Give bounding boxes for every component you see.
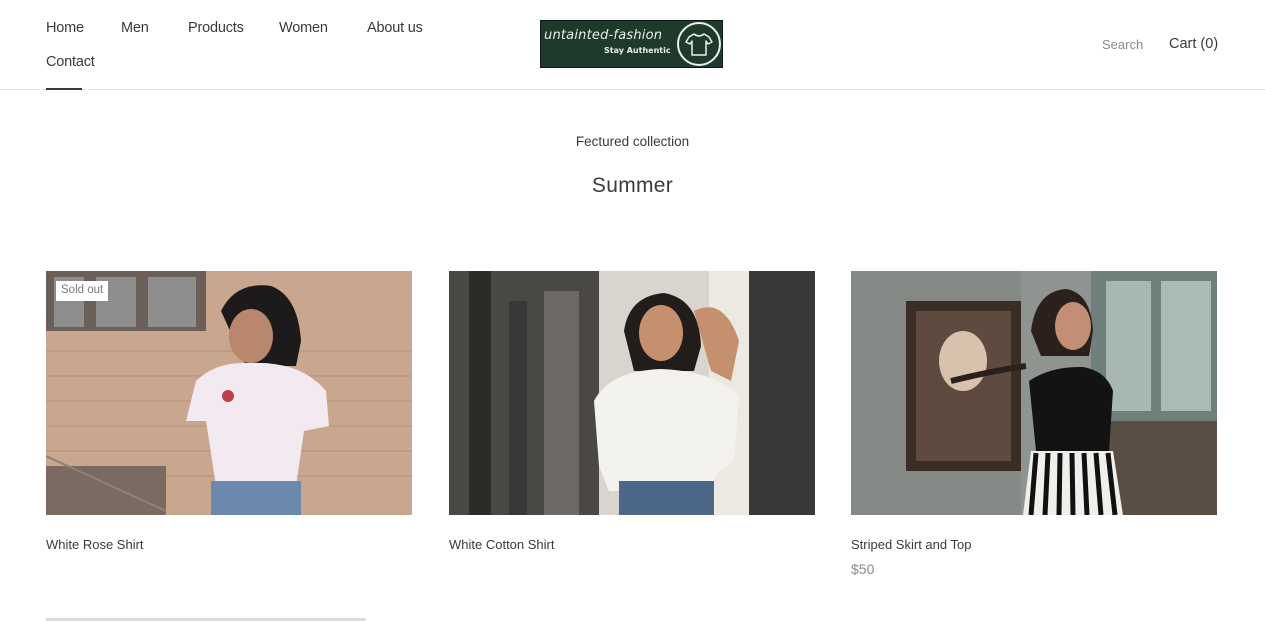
site-header: Home Men Products Women About us Contact… [0,0,1265,90]
product-image[interactable] [851,271,1217,515]
nav-products[interactable]: Products [188,20,244,36]
t-shirt-icon [677,22,721,66]
search-link[interactable]: Search [1102,37,1143,52]
nav-about-us[interactable]: About us [367,20,423,36]
brand-logo[interactable]: untainted-fashion Stay Authentic [540,20,723,68]
nav-active-indicator [46,88,82,90]
product-name[interactable]: White Cotton Shirt [449,537,555,552]
product-card[interactable]: White Cotton Shirt [449,271,815,552]
logo-wordmark: untainted-fashion [544,28,663,43]
nav-men[interactable]: Men [121,20,149,36]
product-card[interactable]: Striped Skirt and Top $50 [851,271,1217,577]
cart-link[interactable]: Cart (0) [1169,36,1218,52]
product-image[interactable]: Sold out [46,271,412,515]
product-name[interactable]: White Rose Shirt [46,537,144,552]
product-price: $50 [851,561,875,577]
logo-tagline: Stay Authentic [604,46,671,55]
product-card[interactable]: Sold out White Rose Shirt [46,271,412,552]
sold-out-badge: Sold out [56,281,109,301]
collection-title: Summer [591,174,674,197]
nav-home[interactable]: Home [46,20,84,36]
nav-women[interactable]: Women [279,20,328,36]
product-image[interactable] [449,271,815,515]
nav-contact[interactable]: Contact [46,54,95,70]
product-name[interactable]: Striped Skirt and Top [851,537,971,552]
collection-eyebrow: Fectured collection [575,134,690,149]
